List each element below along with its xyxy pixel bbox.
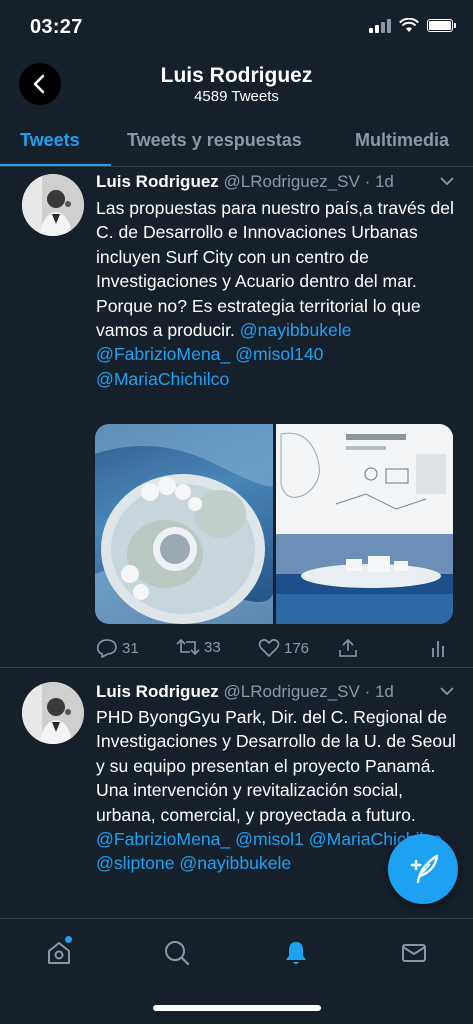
compose-tweet-button[interactable] <box>388 834 458 904</box>
tweet-author-handle[interactable]: @LRodriguez_SV <box>224 172 360 191</box>
tweet-author-name[interactable]: Luis Rodriguez <box>96 172 219 191</box>
chevron-down-icon[interactable] <box>439 686 455 696</box>
tweet-text-content: Las propuestas para nuestro país,a travé… <box>96 198 454 341</box>
mention-link[interactable]: @nayibbukele <box>240 320 352 340</box>
retweet-count: 33 <box>204 638 221 656</box>
tweet-count: 4589 Tweets <box>194 88 279 105</box>
nav-home[interactable] <box>39 933 79 973</box>
chevron-down-icon[interactable] <box>439 176 455 186</box>
signal-icon <box>369 18 391 33</box>
tab-media[interactable]: Multimedia <box>355 130 449 151</box>
status-icons <box>369 18 456 33</box>
page-title: Luis Rodriguez <box>160 64 313 87</box>
tweet-actions: 31 33 176 <box>96 638 456 664</box>
tweet-text-content: PHD ByongGyu Park, Dir. del C. Regional … <box>96 707 456 825</box>
tweet-time: · 1d <box>364 172 394 191</box>
tweet[interactable]: Luis Rodriguez @LRodriguez_SV · 1d Las p… <box>0 168 473 668</box>
mention-link[interactable]: @sliptone <box>96 853 175 873</box>
tweet-media[interactable] <box>95 424 453 624</box>
home-indicator <box>153 1005 321 1011</box>
analytics-icon <box>432 641 444 657</box>
notifications-icon <box>286 942 306 964</box>
mention-link[interactable]: @FabrizioMena_ <box>96 829 230 849</box>
media-image-project-plan[interactable] <box>275 424 453 624</box>
tab-tweets-and-replies[interactable]: Tweets y respuestas <box>127 130 302 151</box>
tweet-author-handle[interactable]: @LRodriguez_SV <box>224 682 360 701</box>
share-icon <box>339 638 357 657</box>
share-button[interactable] <box>338 638 358 658</box>
mention-link[interactable]: @misol1 <box>235 829 304 849</box>
wifi-icon <box>399 18 419 32</box>
tweet-text: Las propuestas para nuestro país,a travé… <box>96 196 456 391</box>
profile-tabs: Tweets Tweets y respuestas Multimedia <box>0 112 473 167</box>
profile-header: Luis Rodriguez 4589 Tweets <box>0 56 473 112</box>
avatar[interactable] <box>22 682 84 744</box>
like-count: 176 <box>284 639 310 657</box>
media-image-aquarium[interactable] <box>95 424 273 624</box>
mention-link[interactable]: @nayibbukele <box>179 853 291 873</box>
nav-search[interactable] <box>157 933 197 973</box>
reply-count: 31 <box>122 639 139 657</box>
nav-notifications[interactable] <box>276 933 316 973</box>
reply-icon <box>96 639 117 658</box>
tweet-header: Luis Rodriguez @LRodriguez_SV · 1d <box>96 172 459 192</box>
messages-icon <box>402 944 426 962</box>
mention-link[interactable]: @FabrizioMena_ <box>96 344 230 364</box>
tab-tweets[interactable]: Tweets <box>20 130 80 151</box>
tweet-header: Luis Rodriguez @LRodriguez_SV · 1d <box>96 682 459 702</box>
status-bar: 03:27 <box>0 0 473 56</box>
search-icon <box>165 941 190 966</box>
retweet-button[interactable]: 33 <box>176 638 221 656</box>
compose-feather-icon <box>410 854 439 884</box>
nav-messages[interactable] <box>394 933 434 973</box>
new-content-indicator <box>64 935 73 944</box>
reply-button[interactable]: 31 <box>96 638 139 658</box>
tweet-time: · 1d <box>364 682 394 701</box>
retweet-icon <box>176 638 200 656</box>
avatar[interactable] <box>22 174 84 236</box>
mention-link[interactable]: @misol140 <box>235 344 323 364</box>
mention-link[interactable]: @MariaChichilco <box>96 369 229 389</box>
status-time: 03:27 <box>30 16 83 38</box>
battery-icon <box>427 19 456 32</box>
active-tab-indicator <box>0 164 111 166</box>
heart-icon <box>258 639 280 657</box>
analytics-button[interactable] <box>430 638 446 658</box>
like-button[interactable]: 176 <box>258 638 309 658</box>
tweet-author-name[interactable]: Luis Rodriguez <box>96 682 219 701</box>
